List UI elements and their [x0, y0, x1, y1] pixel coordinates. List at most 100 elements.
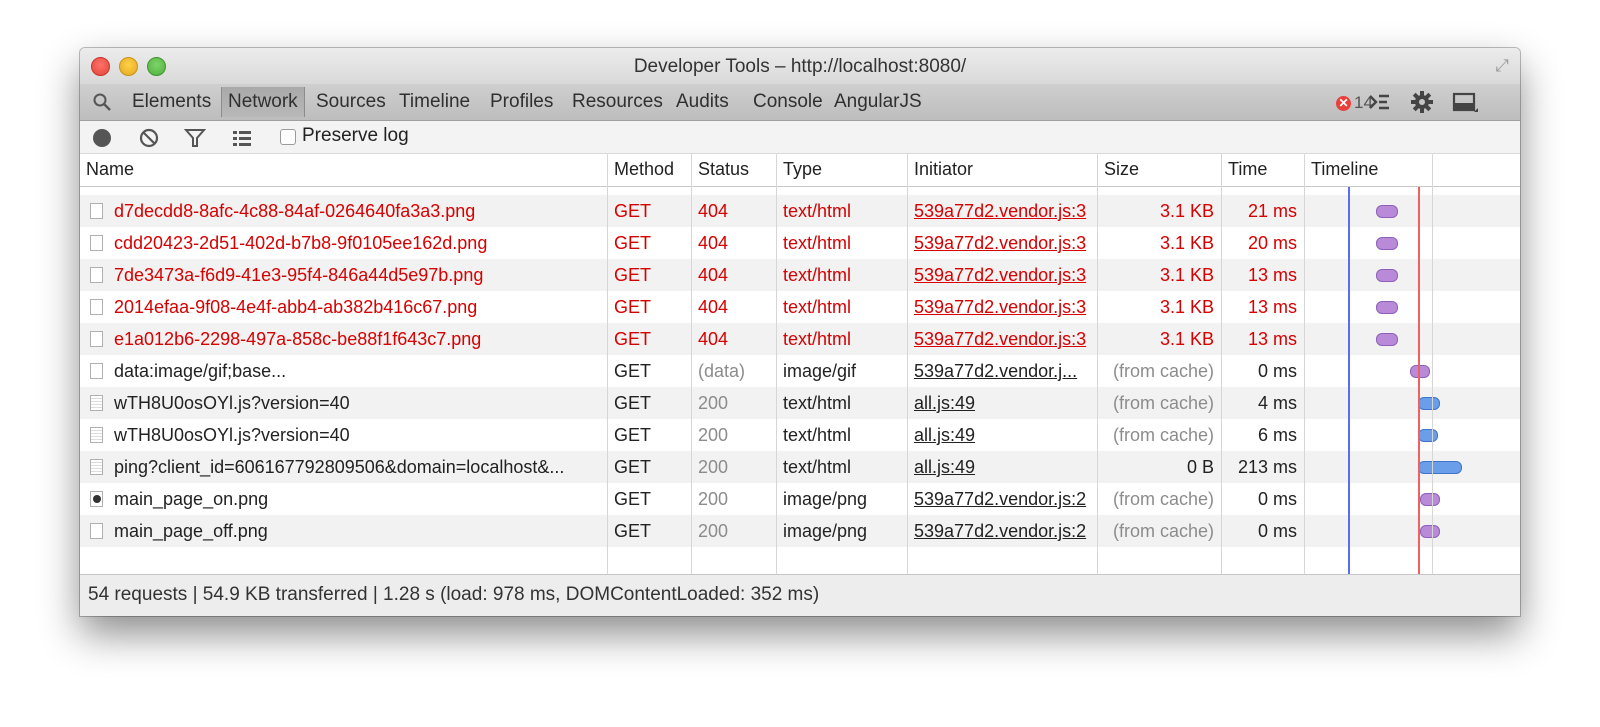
cell-name: e1a012b6-2298-497a-858c-be88f1f643c7.png	[114, 329, 482, 349]
cell-status: 404	[698, 265, 729, 285]
cell-size: (from cache)	[1112, 393, 1214, 413]
tab-elements[interactable]: Elements	[125, 87, 218, 117]
cell-name: ping?client_id=606167792809506&domain=lo…	[114, 457, 565, 477]
cell-initiator[interactable]: all.js:49	[908, 387, 1098, 419]
cell-name: cdd20423-2d51-402d-b7b8-9f0105ee162d.png	[114, 233, 488, 253]
column-type[interactable]: Type	[777, 154, 908, 186]
column-divider	[1432, 154, 1433, 574]
load-marker	[1418, 187, 1420, 574]
tab-angularjs[interactable]: AngularJS	[827, 87, 929, 117]
cell-type: image/png	[783, 489, 868, 509]
cell-size: (from cache)	[1112, 425, 1214, 445]
cell-initiator[interactable]: 539a77d2.vendor.js:3	[908, 195, 1098, 227]
cell-name: wTH8U0osOYl.js?version=40	[114, 393, 350, 413]
timeline-bar	[1420, 493, 1440, 506]
cell-status: 404	[698, 297, 729, 317]
cell-size: (from cache)	[1112, 361, 1214, 381]
column-time[interactable]: Time	[1222, 154, 1305, 186]
column-size[interactable]: Size	[1098, 154, 1222, 186]
search-icon[interactable]	[92, 92, 112, 112]
cell-initiator[interactable]: all.js:49	[908, 419, 1098, 451]
cell-method: GET	[614, 425, 652, 445]
cell-initiator[interactable]: 539a77d2.vendor.js:3	[908, 291, 1098, 323]
cell-status: 200	[698, 457, 729, 477]
column-initiator[interactable]: Initiator	[908, 154, 1098, 186]
column-timeline[interactable]: Timeline	[1305, 154, 1433, 186]
cell-method: GET	[614, 361, 652, 381]
cell-size: (from cache)	[1112, 521, 1214, 541]
cell-time: 6 ms	[1257, 425, 1297, 445]
column-divider	[1304, 154, 1305, 574]
cell-status: 200	[698, 393, 729, 413]
network-request-table: d7decdd8-8afc-4c88-84af-0264640fa3a3.png…	[80, 154, 1520, 574]
cell-initiator[interactable]: 539a77d2.vendor.js:3	[908, 323, 1098, 355]
devtools-window: Developer Tools – http://localhost:8080/…	[80, 48, 1520, 616]
cell-time: 0 ms	[1257, 521, 1297, 541]
gear-icon[interactable]	[1409, 90, 1435, 114]
cell-initiator[interactable]: all.js:49	[908, 451, 1098, 483]
cell-type: text/html	[783, 201, 852, 221]
timeline-bar	[1376, 333, 1398, 346]
cell-method: GET	[614, 329, 652, 349]
tab-sources[interactable]: Sources	[309, 87, 393, 117]
cell-initiator[interactable]: 539a77d2.vendor.js:3	[908, 227, 1098, 259]
cell-time: 13 ms	[1247, 265, 1297, 285]
tab-network[interactable]: Network	[221, 87, 305, 117]
cell-type: text/html	[783, 329, 852, 349]
column-name[interactable]: Name	[80, 154, 608, 186]
filter-icon[interactable]	[184, 127, 206, 149]
timeline-bar	[1418, 461, 1462, 474]
cell-name: data:image/gif;base...	[114, 361, 287, 381]
timeline-bar	[1376, 205, 1398, 218]
cell-initiator[interactable]: 539a77d2.vendor.j...	[908, 355, 1098, 387]
timeline-bar	[1376, 301, 1398, 314]
preserve-log-label: Preserve log	[302, 125, 409, 146]
error-icon: ✕	[1336, 96, 1351, 111]
cell-method: GET	[614, 457, 652, 477]
cell-method: GET	[614, 393, 652, 413]
timeline-bar	[1418, 397, 1440, 410]
cell-initiator[interactable]: 539a77d2.vendor.js:2	[908, 483, 1098, 515]
cell-method: GET	[614, 233, 652, 253]
cell-size: 3.1 KB	[1159, 201, 1214, 221]
timeline-bar	[1418, 429, 1438, 442]
cell-name: d7decdd8-8afc-4c88-84af-0264640fa3a3.png	[114, 201, 476, 221]
tab-audits[interactable]: Audits	[669, 87, 736, 117]
tab-timeline[interactable]: Timeline	[392, 87, 477, 117]
cell-size: 3.1 KB	[1159, 329, 1214, 349]
cell-initiator[interactable]: 539a77d2.vendor.js:2	[908, 515, 1098, 547]
cell-name: wTH8U0osOYl.js?version=40	[114, 425, 350, 445]
preserve-log-checkbox[interactable]	[280, 129, 296, 145]
clear-icon[interactable]	[138, 127, 160, 149]
column-status[interactable]: Status	[692, 154, 777, 186]
cell-status: 200	[698, 425, 729, 445]
domcontentloaded-marker	[1348, 187, 1350, 574]
column-divider	[776, 154, 777, 574]
cell-time: 0 ms	[1257, 361, 1297, 381]
console-drawer-icon[interactable]	[1366, 90, 1392, 114]
column-divider	[907, 154, 908, 574]
cell-initiator[interactable]: 539a77d2.vendor.js:3	[908, 259, 1098, 291]
timeline-bar	[1376, 237, 1398, 250]
cell-time: 20 ms	[1247, 233, 1297, 253]
cell-time: 4 ms	[1257, 393, 1297, 413]
cell-name: main_page_off.png	[114, 521, 268, 541]
tab-resources[interactable]: Resources	[565, 87, 670, 117]
column-method[interactable]: Method	[608, 154, 692, 186]
cell-name: 2014efaa-9f08-4e4f-abb4-ab382b416c67.png	[114, 297, 478, 317]
window-title: Developer Tools – http://localhost:8080/	[633, 56, 967, 77]
cell-name: main_page_on.png	[114, 489, 269, 509]
tab-console[interactable]: Console	[746, 87, 830, 117]
large-rows-icon[interactable]	[231, 127, 253, 149]
cell-size: 0 B	[1186, 457, 1214, 477]
tab-profiles[interactable]: Profiles	[483, 87, 560, 117]
dock-side-icon[interactable]	[1452, 90, 1478, 114]
cell-status: 404	[698, 233, 729, 253]
cell-time: 213 ms	[1237, 457, 1297, 477]
column-divider	[691, 154, 692, 574]
cell-status: 200	[698, 489, 729, 509]
cell-size: 3.1 KB	[1159, 265, 1214, 285]
record-icon[interactable]	[91, 127, 113, 149]
cell-type: text/html	[783, 457, 852, 477]
fullscreen-icon[interactable]: ⤢	[1492, 56, 1512, 76]
